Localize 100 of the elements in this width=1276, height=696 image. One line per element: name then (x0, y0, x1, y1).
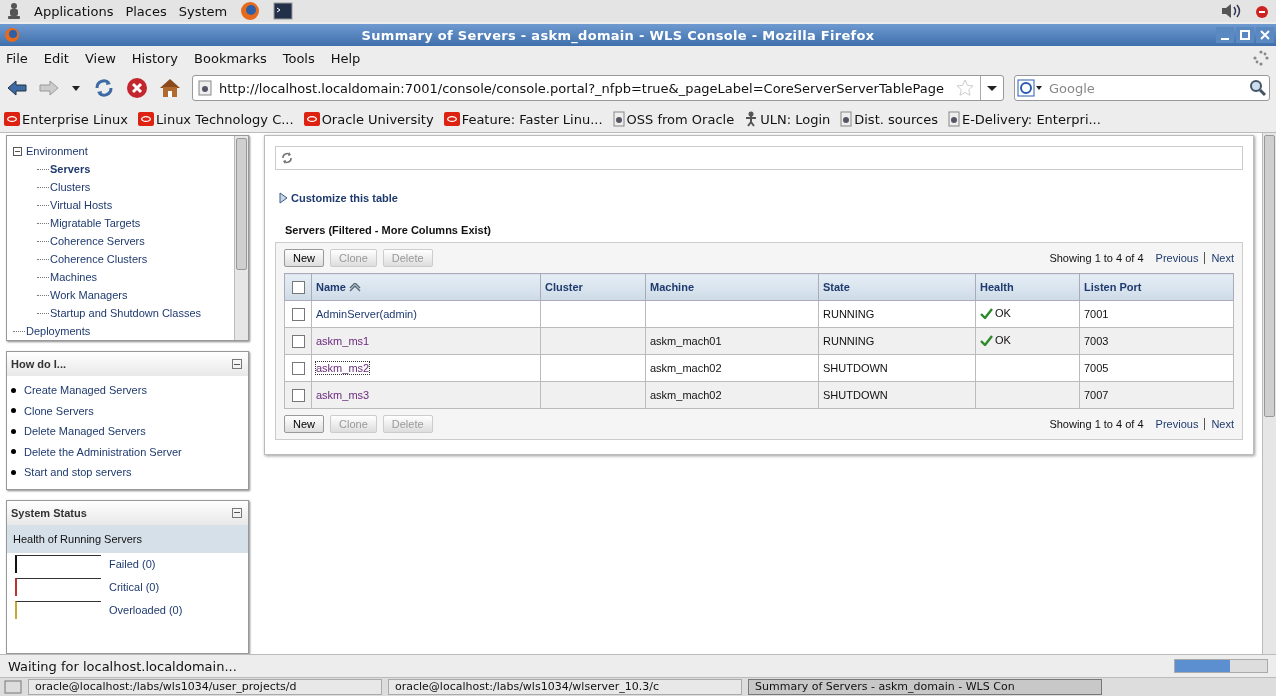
oracle-logo-icon (138, 112, 155, 126)
tree-item[interactable]: Machines (50, 271, 98, 283)
tree-item[interactable]: Work Managers (50, 289, 128, 301)
stop-icon[interactable] (126, 77, 148, 99)
panel-menu[interactable]: Places (125, 3, 167, 19)
row-checkbox[interactable] (291, 334, 305, 348)
taskbar-button[interactable]: Summary of Servers - askm_domain - WLS Con (748, 679, 1102, 695)
table-button[interactable]: New (284, 249, 324, 267)
star-icon[interactable] (956, 79, 974, 97)
firefox-icon[interactable] (239, 1, 262, 21)
column-header[interactable]: Listen Port (1079, 273, 1234, 301)
speaker-icon[interactable] (1220, 2, 1242, 20)
maximize-icon[interactable] (1236, 27, 1254, 43)
bookmark[interactable]: Feature: Faster Linu... (443, 111, 603, 127)
tree-item[interactable]: Coherence Clusters (50, 253, 148, 265)
next-link[interactable]: Next (1211, 418, 1234, 430)
bullet-icon (11, 449, 16, 455)
next-link[interactable]: Next (1211, 252, 1234, 264)
bullet-icon (11, 408, 16, 414)
column-header[interactable]: State (818, 273, 976, 301)
help-link[interactable]: Start and stop servers (24, 466, 132, 479)
collapse-toggle[interactable] (13, 146, 22, 156)
table-cell: OK (995, 307, 1011, 320)
tree-item[interactable]: Startup and Shutdown Classes (50, 307, 202, 319)
row-checkbox[interactable] (291, 361, 305, 375)
table-button[interactable]: New (284, 415, 324, 433)
server-link[interactable]: askm_ms1 (316, 335, 370, 347)
terminal-icon[interactable] (273, 2, 294, 20)
row-checkbox[interactable] (291, 307, 305, 321)
search-engine-icon[interactable] (1017, 79, 1043, 97)
refresh-icon[interactable] (280, 151, 294, 165)
search-icon[interactable] (1249, 79, 1267, 97)
column-header[interactable]: Name (311, 273, 541, 301)
bookmark[interactable]: E-Delivery: Enterpri... (947, 111, 1101, 127)
oracle-logo-icon (303, 112, 320, 126)
back-icon[interactable] (6, 78, 28, 98)
help-link[interactable]: Delete the Administration Server (24, 445, 182, 458)
column-header[interactable]: Machine (645, 273, 819, 301)
previous-link[interactable]: Previous (1155, 252, 1199, 264)
tree-item[interactable]: Environment (26, 145, 88, 157)
expand-arrow-icon[interactable] (279, 192, 288, 204)
table-title: Servers (Filtered - More Columns Exist) (285, 224, 492, 236)
table-cell: askm_mach01 (650, 335, 722, 347)
tree-item[interactable]: Deployments (26, 325, 91, 337)
taskbar-button[interactable]: oracle@localhost:/labs/wls1034/wlserver_10.3/c (388, 679, 742, 695)
health-link[interactable]: Failed (0) (109, 558, 156, 570)
window-title: Summary of Servers - askm_domain - WLS Console - Mozilla Firefox (360, 27, 876, 43)
bookmark[interactable]: Enterprise Linux (4, 111, 129, 127)
menu-item[interactable]: View (84, 50, 116, 66)
health-link[interactable]: Critical (0) (109, 581, 160, 593)
tree-item[interactable]: Clusters (50, 181, 91, 193)
previous-link[interactable]: Previous (1155, 418, 1199, 430)
server-link[interactable]: askm_ms2 (316, 362, 370, 374)
bookmark[interactable]: ULN: Login (744, 111, 831, 127)
oracle-logo-icon (4, 112, 20, 126)
minimize-icon[interactable] (1216, 27, 1234, 43)
paging-summary: Showing 1 to 4 of 4 (1049, 252, 1144, 264)
menu-item[interactable]: Tools (282, 50, 315, 66)
menu-item[interactable]: File (6, 50, 28, 66)
bookmark[interactable]: Oracle University (303, 111, 434, 127)
panel-menu[interactable]: System (178, 3, 228, 19)
tree-item[interactable]: Coherence Servers (50, 235, 145, 247)
column-header[interactable]: Health (975, 273, 1080, 301)
menu-item[interactable]: History (131, 50, 179, 66)
bookmark[interactable]: Dist. sources (840, 111, 938, 127)
row-checkbox[interactable] (291, 388, 305, 402)
panel-menu[interactable]: Applications (34, 3, 114, 19)
address-field[interactable]: http://localhost.localdomain:7001/console/console.portal?_nfpb=true&_pageLabel=CoreServerServerTablePage (192, 75, 1004, 101)
select-all-checkbox[interactable] (291, 280, 305, 294)
tree-item[interactable]: Migratable Targets (50, 217, 141, 229)
tree-item[interactable]: Virtual Hosts (50, 199, 113, 211)
column-header[interactable]: Cluster (540, 273, 646, 301)
menu-item[interactable]: Edit (43, 50, 69, 66)
close-icon[interactable] (1256, 27, 1274, 43)
oracle-logo-icon (443, 112, 460, 126)
health-link[interactable]: Overloaded (0) (109, 604, 183, 616)
scrollbar[interactable] (234, 136, 248, 340)
server-link[interactable]: askm_ms3 (316, 389, 370, 401)
table-cell: 7003 (1084, 335, 1109, 347)
menu-item[interactable]: Bookmarks (194, 50, 267, 66)
page-icon (197, 80, 213, 96)
table-cell: SHUTDOWN (823, 389, 888, 401)
help-link[interactable]: Clone Servers (24, 404, 94, 417)
sort-icon[interactable] (347, 283, 362, 294)
collapse-toggle[interactable] (232, 359, 242, 369)
help-link[interactable]: Create Managed Servers (24, 384, 147, 397)
collapse-toggle[interactable] (232, 507, 242, 518)
scrollbar[interactable] (1262, 133, 1276, 654)
bullet-icon (11, 469, 16, 475)
customize-link[interactable]: Customize this table (291, 192, 398, 204)
bookmark[interactable]: OSS from Oracle (612, 111, 735, 127)
menu-item[interactable]: Help (330, 50, 361, 66)
server-link[interactable]: AdminServer(admin) (316, 308, 417, 320)
help-link[interactable]: Delete Managed Servers (24, 425, 146, 438)
search-field[interactable]: Google (1014, 75, 1270, 101)
panel-title: How do I... (11, 358, 66, 370)
bookmark[interactable]: Linux Technology C... (138, 111, 294, 127)
tree-item[interactable]: Servers (50, 163, 91, 175)
taskbar-button[interactable]: oracle@localhost:/labs/wls1034/user_projects/d (28, 679, 382, 695)
home-icon[interactable] (158, 77, 182, 99)
